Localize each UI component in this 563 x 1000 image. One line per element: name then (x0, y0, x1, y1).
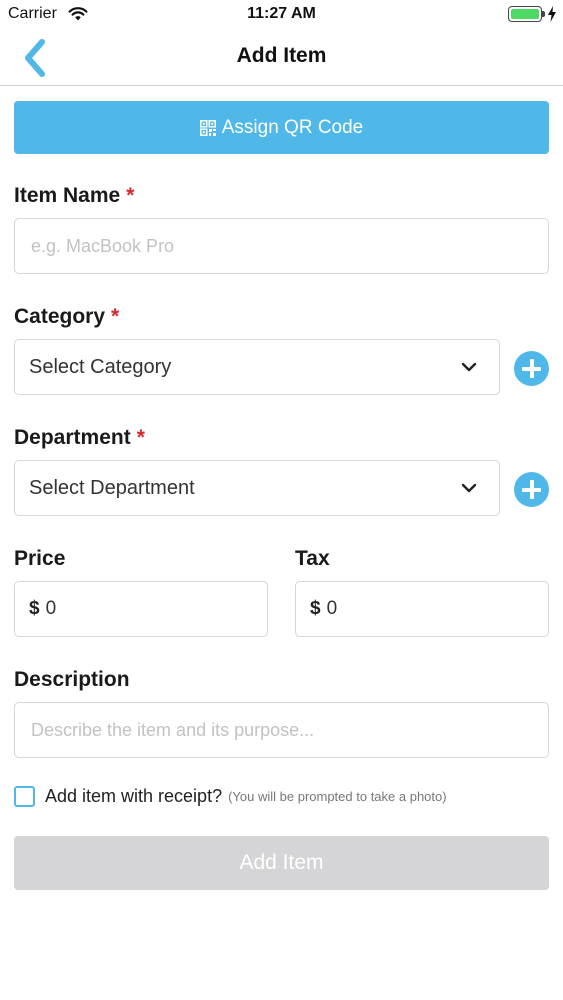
price-input[interactable] (45, 598, 246, 620)
category-select[interactable]: Select Category (14, 339, 500, 395)
currency-symbol: $ (310, 598, 321, 619)
tax-input[interactable] (326, 598, 527, 620)
category-select-value: Select Category (29, 355, 172, 378)
status-bar: Carrier 11:27 AM (0, 0, 563, 30)
required-marker: * (126, 184, 135, 207)
item-name-label-text: Item Name (14, 184, 121, 207)
assign-qr-code-button[interactable]: Assign QR Code (14, 101, 549, 154)
add-category-button[interactable] (514, 351, 549, 386)
assign-qr-code-label: Assign QR Code (221, 116, 364, 138)
department-select[interactable]: Select Department (14, 460, 500, 516)
receipt-checkbox[interactable] (14, 786, 35, 807)
battery-level (511, 9, 539, 19)
department-label: Department * (14, 426, 145, 450)
chevron-down-icon (461, 362, 477, 372)
department-select-value: Select Department (29, 476, 195, 499)
category-label: Category * (14, 305, 119, 329)
description-input[interactable] (14, 702, 549, 758)
battery-nub (542, 11, 545, 17)
tax-label: Tax (295, 547, 330, 570)
add-item-button[interactable]: Add Item (14, 836, 549, 890)
page-title: Add Item (236, 44, 327, 67)
add-item-button-label: Add Item (239, 851, 324, 874)
add-department-button[interactable] (514, 472, 549, 507)
navigation-bar: Add Item (0, 30, 563, 86)
item-name-input[interactable] (14, 218, 549, 274)
chevron-down-icon (461, 483, 477, 493)
currency-symbol: $ (29, 598, 40, 619)
description-label: Description (14, 668, 130, 691)
clock: 11:27 AM (247, 5, 316, 22)
department-label-text: Department (14, 426, 131, 449)
charging-bolt-icon (548, 6, 556, 22)
price-label: Price (14, 547, 66, 570)
category-label-text: Category (14, 305, 106, 328)
receipt-hint: (You will be prompted to take a photo) (228, 789, 447, 804)
qr-code-icon (199, 119, 216, 136)
required-marker: * (111, 305, 120, 328)
battery-icon (508, 6, 542, 22)
required-marker: * (136, 426, 145, 449)
tax-field[interactable]: $ (295, 581, 549, 637)
price-field[interactable]: $ (14, 581, 268, 637)
item-name-label: Item Name * (14, 184, 134, 208)
receipt-checkbox-label: Add item with receipt? (45, 786, 223, 806)
receipt-option[interactable]: Add item with receipt? (You will be prom… (14, 786, 447, 807)
